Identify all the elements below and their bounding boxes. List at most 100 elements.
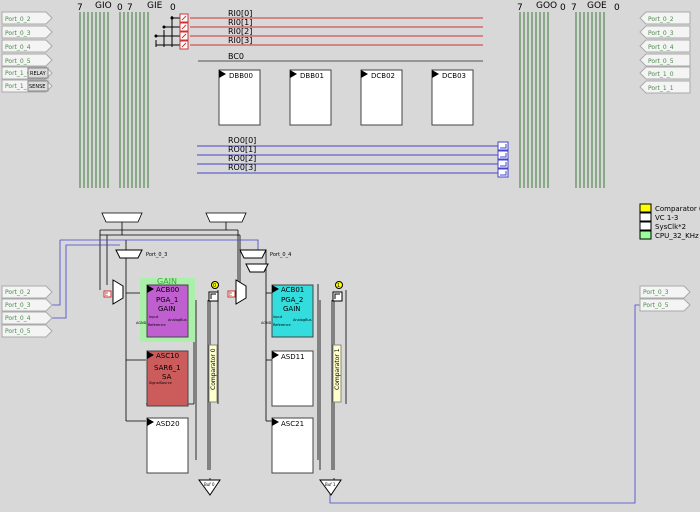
legend-swatch-3 — [639, 230, 652, 240]
analog-buffer-0[interactable]: Buf 0 — [198, 479, 221, 496]
gio-label: GIO — [95, 1, 112, 11]
row-input-mux-0[interactable] — [179, 13, 189, 23]
analog-port-left-3[interactable]: Port_0_5 — [1, 324, 53, 338]
goo-bit-7: 7 — [517, 3, 523, 13]
block-instance: PGA_2 — [281, 296, 303, 304]
port-pin-label: Port_0_5 — [648, 58, 674, 65]
row-input-label-1: RI0[1] — [228, 18, 252, 27]
row-output-mux-0[interactable] — [497, 141, 509, 151]
comparator-index: 0 — [213, 283, 216, 289]
psoc-designer-canvas: 7 GIO 0 7 GIE 0 7 GOO 0 7 GOE 0 Port_0_2… — [0, 0, 700, 512]
port-pin-label: Port_1_0 — [5, 70, 31, 77]
analog-port-right-1[interactable]: Port_0_5 — [639, 298, 691, 312]
gie-label: GIE — [147, 1, 163, 11]
gie-bit-7: 7 — [127, 3, 133, 13]
goe-bit-0: 0 — [614, 3, 620, 13]
block-type: GAIN — [158, 305, 176, 313]
legend-swatch-1 — [639, 212, 652, 222]
row-output-mux-1[interactable] — [497, 150, 509, 160]
analog-buffer-1[interactable]: Buf 1 — [319, 479, 342, 496]
right-port-pins: Port_0_2 Port_0_3 Port_0_4 Port_0_5 Port… — [639, 11, 691, 94]
block-name: ASD11 — [281, 353, 305, 361]
input-mux-col0[interactable]: Port_0_3 — [115, 249, 167, 259]
buffer-label: Buf 0 — [204, 482, 215, 487]
ref-mux-col1[interactable] — [245, 263, 269, 273]
gio-bit-7: 7 — [77, 3, 83, 13]
side-mux-tag: E — [105, 292, 108, 298]
port-pin-label: Port_1_0 — [648, 71, 674, 78]
block-instance: PGA_1 — [156, 296, 178, 304]
pin-agnd: AGND — [136, 321, 147, 325]
port-pin-left-2[interactable]: Port_0_4 — [1, 39, 53, 53]
port-pin-label: Port_0_2 — [5, 289, 31, 296]
port-pin-label: Port_0_5 — [5, 58, 31, 65]
block-name: ASC21 — [281, 420, 304, 428]
analog-port-left-2[interactable]: Port_0_4 — [1, 311, 53, 325]
row-output-mux-3[interactable] — [497, 168, 509, 178]
pin-analogbus: AnalogBus — [168, 318, 187, 322]
port-pin-right-0[interactable]: Port_0_2 — [639, 11, 691, 25]
port-pin-left-5[interactable]: Port_1_1 SENSE — [1, 79, 53, 93]
port-pin-label: Port_0_3 — [648, 30, 674, 37]
broadcast-label: BC0 — [228, 52, 244, 61]
row-output-mux-2[interactable] — [497, 159, 509, 169]
digital-block-dbb00[interactable]: DBB00 — [218, 69, 261, 126]
port-pin-right-1[interactable]: Port_0_3 — [639, 25, 691, 39]
port-pin-label: Port_0_2 — [648, 16, 674, 23]
legend-label-2: SysClk*2 — [655, 223, 686, 231]
analog-port-left-1[interactable]: Port_0_3 — [1, 298, 53, 312]
row-input-mux-2[interactable] — [179, 31, 189, 41]
analog-block-asc21[interactable]: ASC21 — [271, 417, 314, 474]
block-name: ASD20 — [156, 420, 180, 428]
digital-block-dbb01[interactable]: DBB01 — [289, 69, 332, 126]
pin-agnd: AGND — [261, 321, 272, 325]
pin-reference: Reference — [148, 323, 166, 327]
pin-analogbus: AnalogBus — [293, 318, 312, 322]
port-pin-left-1[interactable]: Port_0_3 — [1, 25, 53, 39]
clock-legend: Comparator 0 VC 1-3 SysClk*2 CPU_32_KHz — [639, 203, 700, 240]
port-pin-right-2[interactable]: Port_0_4 — [639, 39, 691, 53]
port-pin-right-4[interactable]: Port_1_0 — [639, 66, 691, 80]
port-pin-label: Port_0_5 — [5, 328, 31, 335]
port-pin-right-3[interactable]: Port_0_5 — [639, 53, 691, 67]
row-output-label-1: RO0[1] — [228, 145, 256, 154]
port-pin-label: Port_0_4 — [648, 44, 674, 51]
analog-right-ports: Port_0_3 Port_0_5 — [639, 285, 691, 312]
analog-bus-blue-1 — [52, 240, 61, 306]
analog-port-left-0[interactable]: Port_0_2 — [1, 285, 53, 299]
port-pin-right-5[interactable]: Port_1_1 — [639, 80, 691, 94]
port-pin-left-4[interactable]: Port_1_0 RELAY — [1, 66, 53, 80]
global-input-bus — [79, 12, 149, 188]
buffer-label: Buf 1 — [325, 482, 336, 487]
analog-block-asd11[interactable]: ASD11 — [271, 350, 314, 407]
port-pin-label: Port_0_4 — [5, 315, 31, 322]
analog-block-asc10[interactable]: ASC10 SAR6_1 SA SignalSource — [146, 350, 189, 407]
digital-block-dcb02[interactable]: DCB02 — [360, 69, 403, 126]
goe-bit-7: 7 — [571, 3, 577, 13]
analog-block-asd20[interactable]: ASD20 — [146, 417, 189, 474]
port-pin-label: Port_0_3 — [5, 30, 31, 37]
side-mux-col1[interactable]: E — [227, 279, 247, 305]
comparator-1[interactable]: 1 Comparator 1 — [332, 281, 343, 403]
comparator-0[interactable]: 0 Comparator 0 — [208, 281, 219, 403]
port-pin-label: Port_0_5 — [643, 302, 669, 309]
row-output-label-3: RO0[3] — [228, 163, 256, 172]
row-output-label-2: RO0[2] — [228, 154, 256, 163]
row-output-label-0: RO0[0] — [228, 136, 256, 145]
relay-tag: RELAY — [30, 71, 47, 77]
row-input-mux-1[interactable] — [179, 22, 189, 32]
pin-input: Input — [273, 315, 283, 319]
row-input-mux-3[interactable] — [179, 40, 189, 50]
digital-block-dcb03[interactable]: DCB03 — [431, 69, 474, 126]
comparator-label: Comparator 1 — [334, 348, 341, 390]
port-pin-left-3[interactable]: Port_0_5 — [1, 53, 53, 67]
port-pin-left-0[interactable]: Port_0_2 — [1, 11, 53, 25]
port-pin-label: Port_0_2 — [5, 16, 31, 23]
pin-signal-source: SignalSource — [149, 381, 172, 385]
side-mux-tag: E — [229, 292, 232, 298]
row-input-label-2: RI0[2] — [228, 27, 252, 36]
legend-label-3: CPU_32_KHz — [655, 232, 699, 240]
port-pin-label: Port_0_4 — [5, 44, 31, 51]
pin-reference: Reference — [273, 323, 291, 327]
analog-port-right-0[interactable]: Port_0_3 — [639, 285, 691, 299]
